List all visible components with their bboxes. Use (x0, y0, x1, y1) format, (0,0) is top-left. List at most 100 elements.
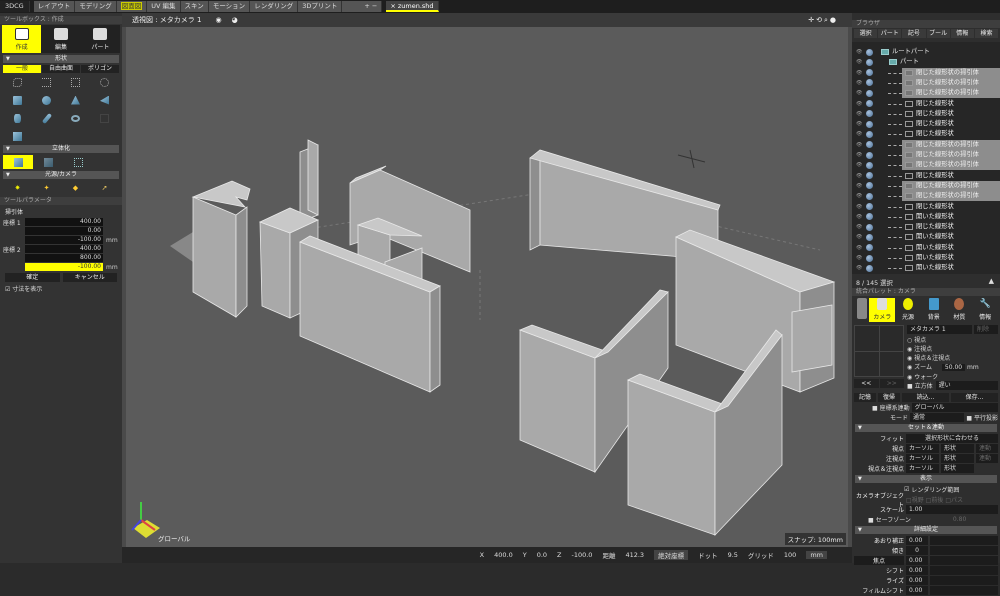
detail-slider[interactable] (930, 566, 998, 575)
tree-row[interactable]: 👁 閉じた線形状 (852, 202, 1000, 212)
tree-item-label[interactable]: 開いた線形状 (902, 232, 954, 242)
mode-part-button[interactable]: パート (81, 25, 120, 53)
tree-row[interactable]: 👁 開いた線形状 (852, 263, 1000, 273)
camera-preview[interactable]: << >> (854, 325, 904, 390)
render-toggle-icon[interactable] (866, 141, 873, 149)
camera-select[interactable]: メタカメラ 1 (907, 325, 972, 334)
coord2-x[interactable]: 400.00 (25, 245, 103, 253)
tree-item-label[interactable]: 閉じた線形状 (902, 119, 954, 129)
restore-button[interactable]: 復帰 (878, 393, 900, 402)
box-tool[interactable] (3, 93, 32, 107)
tree-item-label[interactable]: 閉じた線形状の掃引体 (902, 139, 1000, 150)
tree-item-label[interactable]: 閉じた線形状 (902, 109, 954, 119)
tree-row[interactable]: 👁 閉じた線形状 (852, 222, 1000, 232)
cube-checkbox[interactable]: ■ 立方体 (907, 381, 933, 390)
tree-item-label[interactable]: 閉じた線形状 (902, 222, 954, 232)
add-remove-tab-button[interactable]: + − (342, 1, 383, 12)
palette-tab-material[interactable]: 材質 (947, 298, 973, 322)
save-button[interactable]: 保存... (951, 393, 998, 402)
display-mode-icon[interactable]: ◕ (232, 16, 238, 24)
render-toggle-icon[interactable] (866, 233, 873, 241)
both-shape-button[interactable]: 形状 (941, 464, 974, 473)
confirm-button[interactable]: 確定 (5, 273, 60, 282)
detail-label[interactable]: 焦点 (854, 556, 904, 565)
viewpoint-cursor-button[interactable]: カーソル (906, 444, 939, 453)
wall-face-front[interactable] (791, 304, 833, 373)
tree-item-label[interactable]: 閉じた線形状 (902, 171, 954, 181)
detail-value[interactable]: 0.00 (906, 536, 928, 545)
detail-value[interactable]: 0.00 (906, 556, 928, 565)
tree-item-label[interactable]: 閉じた線形状 (902, 99, 954, 109)
solidify-section-header[interactable]: 立体化 (3, 145, 119, 153)
tree-item-label[interactable]: パート (886, 57, 919, 67)
visibility-icon[interactable]: 👁 (856, 265, 864, 271)
render-toggle-icon[interactable] (866, 172, 873, 180)
render-toggle-icon[interactable] (866, 213, 873, 221)
cone-tool[interactable] (61, 93, 90, 107)
collapse-icon[interactable]: ▲ (989, 277, 994, 285)
tree-item-label[interactable]: 閉じた線形状の掃引体 (902, 191, 1000, 202)
visibility-icon[interactable]: 👁 (856, 173, 864, 179)
detail-value[interactable]: 0.00 (906, 566, 928, 575)
cam-obj-front-back[interactable]: □前後 (926, 495, 944, 504)
tree-item-label[interactable]: 閉じた線形状の掃引体 (902, 67, 1000, 78)
pyramid-tool[interactable] (90, 93, 119, 107)
revolve-tool[interactable] (63, 155, 93, 169)
visibility-icon[interactable]: 👁 (856, 101, 864, 107)
palette-tab-camera[interactable]: カメラ (869, 298, 896, 322)
tree-row[interactable]: 👁 閉じた線形状の掃引体 (852, 180, 1000, 191)
tree-item-label[interactable]: 閉じた線形状 (902, 202, 954, 212)
visibility-icon[interactable]: 👁 (856, 162, 864, 168)
viewpoint-shape-button[interactable]: 形状 (941, 444, 974, 453)
shape-tab-freeform[interactable]: 自由曲面 (42, 65, 80, 73)
browser-tab-info[interactable]: 情報 (950, 29, 974, 38)
shape-section-header[interactable]: 形状 (3, 55, 119, 63)
visibility-icon[interactable]: 👁 (856, 214, 864, 220)
capsule-tool[interactable] (32, 111, 61, 125)
mode-edit-button[interactable]: 編集 (41, 25, 80, 53)
render-toggle-icon[interactable] (866, 192, 873, 200)
cancel-button[interactable]: キャンセル (62, 273, 117, 282)
wall-face-side[interactable] (429, 285, 441, 393)
camera-delete-button[interactable]: 削除 (974, 325, 998, 334)
rotate-icon[interactable]: ⟲ (816, 16, 824, 24)
spot-light-tool[interactable]: ✦ (32, 181, 61, 195)
tree-row[interactable]: 👁 パート (852, 57, 1000, 67)
visibility-icon[interactable]: 👁 (856, 80, 864, 86)
render-toggle-icon[interactable] (866, 89, 873, 97)
visibility-icon[interactable]: 👁 (856, 90, 864, 96)
tab-rendering[interactable]: レンダリング (250, 1, 299, 12)
coord-system-dropdown[interactable]: グローバル (911, 403, 998, 412)
palette-tab-background[interactable]: 背景 (921, 298, 947, 322)
visibility-icon[interactable]: 👁 (856, 255, 864, 261)
coord1-y[interactable]: 0.00 (25, 227, 103, 235)
circle-tool[interactable] (90, 75, 119, 89)
tab-modeling[interactable]: モデリング (75, 1, 117, 12)
cam-obj-fov[interactable]: □視野 (906, 495, 924, 504)
camera-option-viewpoint[interactable]: ○ 視点 (907, 335, 998, 344)
visibility-icon[interactable]: 👁 (856, 234, 864, 240)
render-toggle-icon[interactable] (866, 79, 873, 87)
visibility-icon[interactable]: 👁 (856, 224, 864, 230)
tree-row[interactable]: 👁 閉じた線形状の掃引体 (852, 88, 1000, 99)
visibility-icon[interactable]: 👁 (856, 49, 864, 55)
cam-obj-path[interactable]: □パス (945, 495, 963, 504)
options-icon[interactable]: ● (830, 16, 838, 24)
browser-tab-part[interactable]: パート (878, 29, 902, 38)
target-link-button[interactable]: 連動 (976, 454, 998, 463)
render-toggle-icon[interactable] (866, 244, 873, 252)
prev-camera-button[interactable]: << (854, 379, 879, 388)
render-toggle-icon[interactable] (866, 110, 873, 118)
set-link-section[interactable]: セット＆連動 (855, 424, 997, 432)
cylinder-tool[interactable] (3, 111, 32, 125)
tree-row[interactable]: 👁 閉じた線形状 (852, 119, 1000, 129)
visibility-icon[interactable]: 👁 (856, 152, 864, 158)
visibility-icon[interactable]: 👁 (856, 245, 864, 251)
visibility-icon[interactable]: 👁 (856, 193, 864, 199)
wall-face-side[interactable] (529, 151, 541, 251)
tab-drawing[interactable]: 図面図 (116, 1, 148, 12)
sweep-tool[interactable] (3, 155, 33, 169)
tree-row[interactable]: 👁 閉じた線形状 (852, 99, 1000, 109)
tab-motion[interactable]: モーション (208, 1, 251, 12)
shape-tab-polygon[interactable]: ポリゴン (81, 65, 119, 73)
